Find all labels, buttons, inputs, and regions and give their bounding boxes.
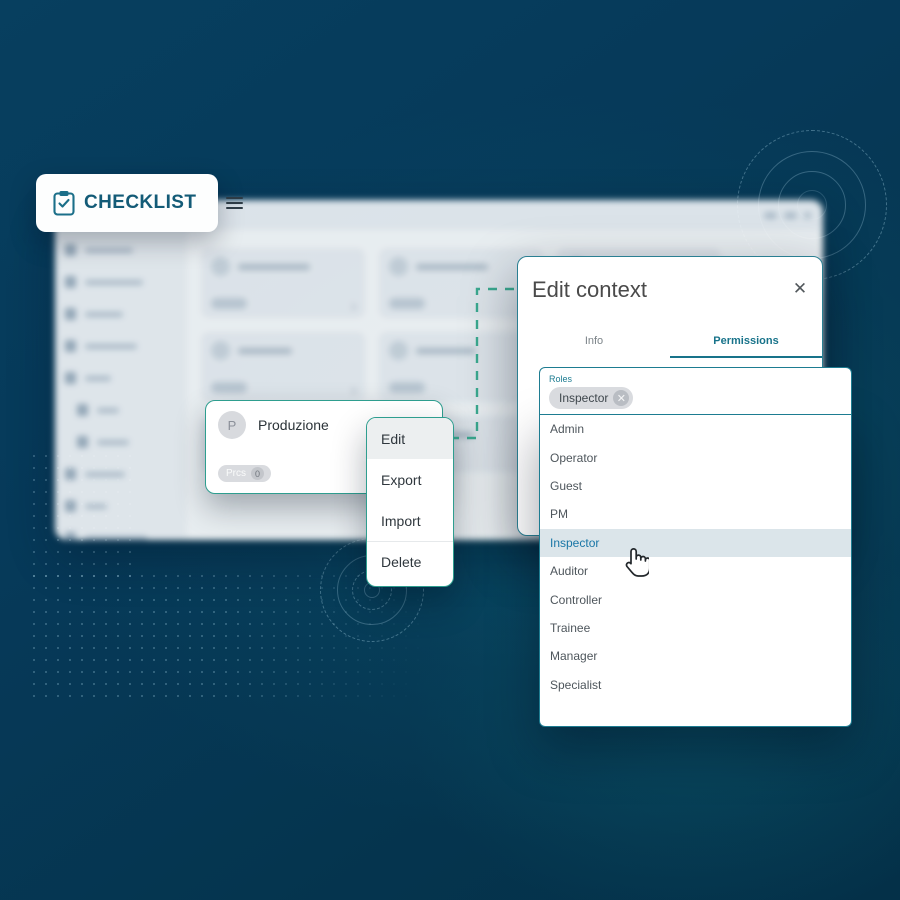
role-option-pm[interactable]: PM [540, 500, 851, 528]
chip-label: Inspector [559, 391, 609, 405]
role-option-controller[interactable]: Controller [540, 585, 851, 613]
status-badge: Prcs 0 [218, 465, 271, 482]
avatar: P [218, 411, 246, 439]
background-stage: CHECKLIST P Produzione Prcs 0 Edit Expor… [0, 0, 900, 900]
role-option-manager[interactable]: Manager [540, 642, 851, 670]
card-title: Produzione [258, 417, 329, 433]
dot-grid-bottom [28, 570, 458, 700]
role-option-auditor[interactable]: Auditor [540, 557, 851, 585]
app-logo-bar: CHECKLIST [36, 174, 244, 232]
role-option-admin[interactable]: Admin [540, 415, 851, 443]
context-menu-item-import[interactable]: Import [367, 500, 453, 541]
role-chip-inspector: Inspector ✕ [549, 387, 634, 409]
role-option-specialist[interactable]: Specialist [540, 671, 851, 699]
role-option-operator[interactable]: Operator [540, 443, 851, 471]
chip-remove-icon[interactable]: ✕ [613, 390, 630, 406]
role-option-trainee[interactable]: Trainee [540, 614, 851, 642]
badge-count: 0 [251, 467, 264, 480]
modal-tab-bar: Info Permissions [518, 325, 822, 358]
context-menu-item-delete[interactable]: Delete [367, 541, 453, 582]
close-icon[interactable]: ✕ [790, 279, 810, 299]
app-logo-text: CHECKLIST [84, 192, 197, 213]
context-menu-item-export[interactable]: Export [367, 459, 453, 500]
context-menu[interactable]: Edit Export Import Delete [366, 417, 454, 587]
clipboard-check-icon [52, 190, 76, 216]
badge-label: Prcs [226, 468, 246, 479]
role-option-inspector[interactable]: Inspector [540, 528, 851, 557]
background-sidebar [55, 230, 187, 540]
context-menu-item-edit[interactable]: Edit [367, 418, 453, 459]
modal-title: Edit context [532, 277, 647, 302]
roles-field-label: Roles [549, 374, 573, 384]
tab-info[interactable]: Info [518, 325, 670, 358]
tab-permissions[interactable]: Permissions [670, 325, 822, 358]
hamburger-menu-icon[interactable] [226, 197, 244, 209]
role-option-guest[interactable]: Guest [540, 472, 851, 500]
roles-dropdown-list[interactable]: Admin Operator Guest PM Inspector Audito… [539, 415, 852, 727]
roles-select-field[interactable]: Roles Inspector ✕ [539, 367, 852, 415]
